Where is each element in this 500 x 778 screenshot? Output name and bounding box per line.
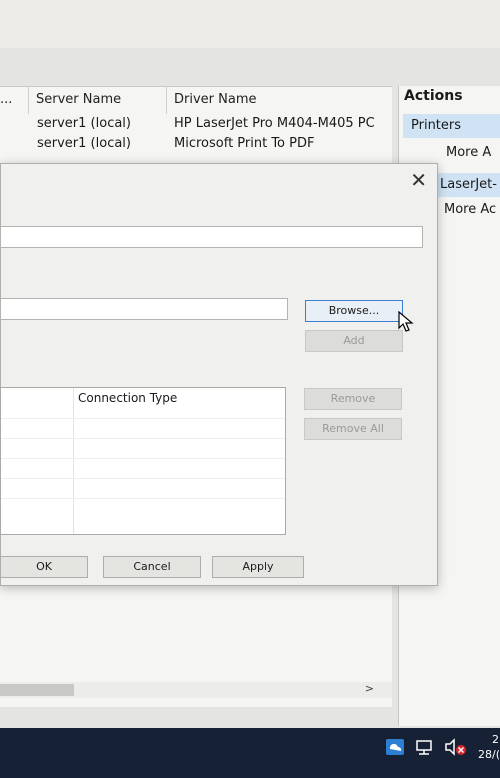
column-header-server-name[interactable]: Server Name xyxy=(36,86,167,114)
actions-more-actions-link[interactable]: More A xyxy=(446,145,491,160)
actions-section-laserjet[interactable]: LaserJet- xyxy=(436,173,500,197)
path-field[interactable] xyxy=(0,298,288,320)
table-row[interactable]: server1 (local) Microsoft Print To PDF xyxy=(0,134,392,154)
name-field[interactable] xyxy=(0,226,423,248)
scrollbar-thumb[interactable] xyxy=(0,684,74,696)
apply-button[interactable]: Apply xyxy=(212,556,304,578)
list-row-divider xyxy=(1,478,285,479)
list-row-divider xyxy=(1,458,285,459)
driver-name-cell: HP LaserJet Pro M404-M405 PC xyxy=(174,116,375,131)
cancel-button[interactable]: Cancel xyxy=(103,556,201,578)
cursor-icon xyxy=(398,311,414,332)
add-button[interactable]: Add xyxy=(305,330,403,352)
clock-time[interactable]: 2 xyxy=(492,733,499,746)
column-header-truncated[interactable]: ... xyxy=(0,86,29,114)
actions-title: Actions xyxy=(404,88,463,104)
column-header-driver-name[interactable]: Driver Name xyxy=(174,86,384,114)
onedrive-icon[interactable] xyxy=(384,736,406,758)
horizontal-scrollbar[interactable]: > xyxy=(0,682,392,698)
clock-date[interactable]: 28/( xyxy=(478,748,500,761)
list-row-divider xyxy=(1,498,285,499)
list-column-divider xyxy=(73,388,74,534)
network-icon[interactable] xyxy=(414,736,436,758)
list-row-divider xyxy=(1,438,285,439)
list-row-divider xyxy=(1,418,285,419)
actions-section-printers[interactable]: Printers xyxy=(403,114,500,138)
volume-muted-icon[interactable] xyxy=(443,736,467,758)
ok-button[interactable]: OK xyxy=(0,556,88,578)
close-icon[interactable]: ✕ xyxy=(410,168,427,192)
connection-list[interactable] xyxy=(0,387,286,535)
browse-button[interactable]: Browse... xyxy=(305,300,403,322)
column-header-connection-type[interactable]: Connection Type xyxy=(78,391,177,405)
actions-more-actions-link-2[interactable]: More Ac xyxy=(444,202,496,217)
window-top-area xyxy=(0,0,500,48)
server-name-cell: server1 (local) xyxy=(37,116,131,131)
table-row[interactable]: server1 (local) HP LaserJet Pro M404-M40… xyxy=(0,114,392,134)
remove-button[interactable]: Remove xyxy=(304,388,402,410)
server-name-cell: server1 (local) xyxy=(37,136,131,151)
scroll-right-icon[interactable]: > xyxy=(365,682,374,695)
remove-all-button[interactable]: Remove All xyxy=(304,418,402,440)
driver-name-cell: Microsoft Print To PDF xyxy=(174,136,315,151)
